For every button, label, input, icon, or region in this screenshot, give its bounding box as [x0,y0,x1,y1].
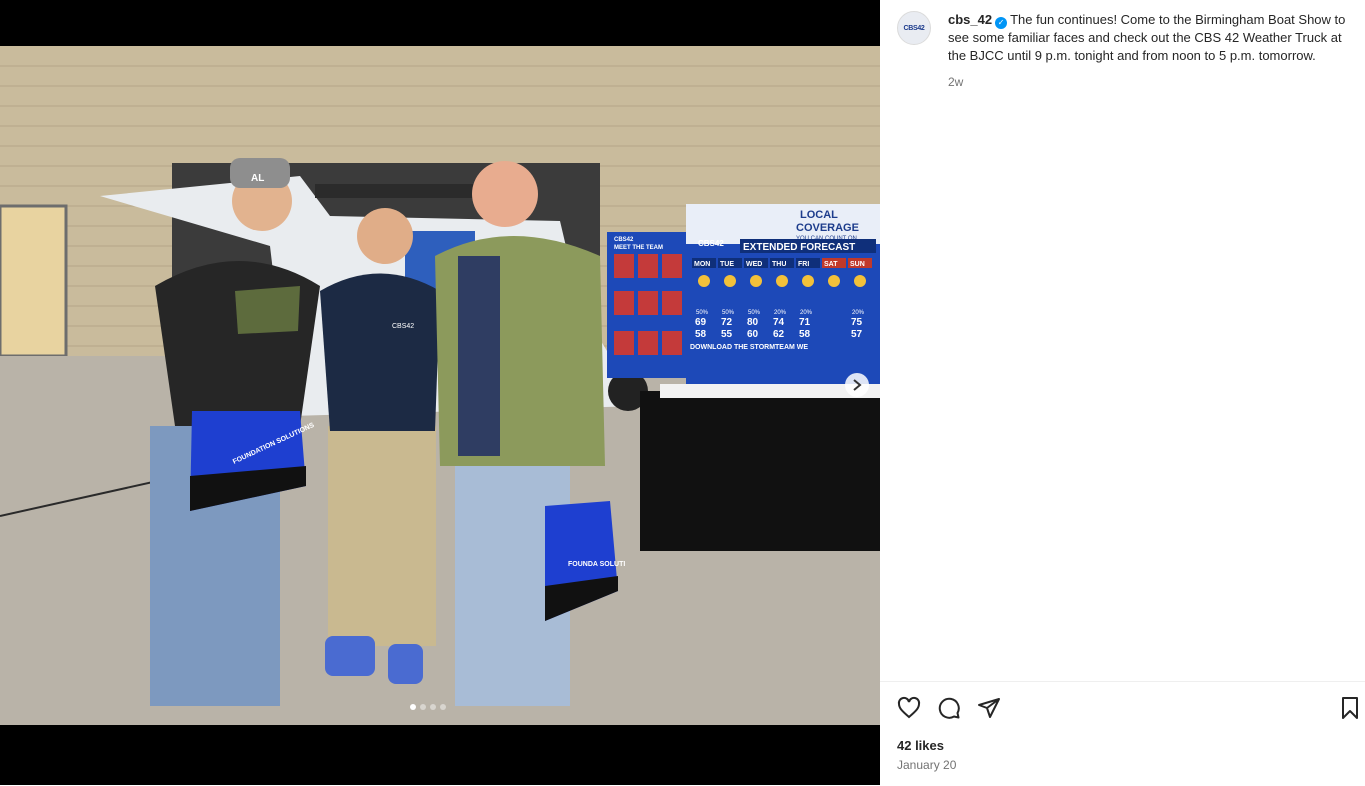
post-sidebar: CBS42 cbs_42 ✓ The fun continues! Come to … [880,0,1365,785]
weather-icon [750,275,762,287]
day-label: WED [746,261,762,268]
hat-logo: AL [251,173,264,184]
light-bar [315,184,475,198]
board-title-1: LOCAL [800,209,838,221]
low-temp: 58 [799,329,811,340]
high-temp: 72 [721,317,733,328]
post-date[interactable]: January 20 [897,758,956,772]
carousel-indicator [410,704,446,710]
carousel-dot-1 [410,704,416,710]
weather-icon [828,275,840,287]
post-media: CBS42 MEET THE TEAM LOCAL COVERAGE YOU C… [0,0,880,785]
post-action-bar: 42 likes January 20 [880,681,1365,786]
save-button[interactable] [1338,696,1362,720]
high-temp: 71 [799,317,811,328]
weather-icon [698,275,710,287]
event-photo: CBS42 MEET THE TEAM LOCAL COVERAGE YOU C… [0,46,880,725]
like-count[interactable]: 42 likes [897,738,944,753]
verified-badge-icon: ✓ [995,17,1008,29]
carousel-dot-3 [430,704,436,710]
poster-headshots [614,254,682,355]
post-photo[interactable]: CBS42 MEET THE TEAM LOCAL COVERAGE YOU C… [0,46,880,725]
share-button[interactable] [977,696,1001,720]
action-buttons [897,696,1001,720]
day-label: SAT [824,261,838,268]
high-temp: 69 [695,317,707,328]
display-table [640,391,880,551]
shirt-logo: CBS42 [392,323,414,330]
day-label: SUN [850,261,865,268]
carousel-next-button[interactable] [845,373,869,397]
caption-body: cbs_42 ✓ The fun continues! Come to the Bi… [948,11,1352,91]
precip-value: 20% [774,310,787,316]
forecast-heading: EXTENDED FORECAST [743,242,855,253]
high-temp: 74 [773,317,785,328]
poster-brand: CBS42 [614,237,634,243]
weather-icon [802,275,814,287]
board-footer: DOWNLOAD THE STORMTEAM WE [690,344,808,351]
day-label: MON [694,261,710,268]
chevron-right-icon [853,379,862,391]
low-temp: 57 [851,329,863,340]
carousel-dot-2 [420,704,426,710]
precip-value: 50% [748,310,761,316]
post-age[interactable]: 2w [948,73,1352,91]
like-button[interactable] [897,696,921,720]
low-temp: 55 [721,329,733,340]
weather-icon [854,275,866,287]
carousel-dot-4 [440,704,446,710]
day-label: THU [772,261,786,268]
weather-icon [776,275,788,287]
share-icon [978,698,1000,718]
low-temp: 60 [747,329,759,340]
post-username[interactable]: cbs_42 [948,12,992,27]
poster-title: MEET THE TEAM [614,245,663,251]
board-title-2: COVERAGE [796,222,859,234]
day-label: FRI [798,261,809,268]
high-temp: 75 [851,317,863,328]
bookmark-icon [1342,697,1358,719]
comment-button[interactable] [937,696,961,720]
doorway [0,204,68,358]
heart-icon [897,696,921,719]
high-temp: 80 [747,317,759,328]
board-brand: CBS42 [698,239,724,248]
comment-icon [938,697,960,719]
bag-right-text: FOUNDA SOLUTI [568,561,625,568]
precip-value: 20% [852,310,865,316]
weather-icon [724,275,736,287]
avatar[interactable]: CBS42 [897,11,931,45]
precip-value: 50% [722,310,735,316]
post-caption: CBS42 cbs_42 ✓ The fun continues! Come to … [897,11,1352,91]
precip-value: 20% [800,310,813,316]
low-temp: 62 [773,329,785,340]
day-label: TUE [720,261,734,268]
caption-text: The fun continues! Come to the Birmingha… [948,12,1346,63]
precip-value: 50% [696,310,709,316]
low-temp: 58 [695,329,707,340]
